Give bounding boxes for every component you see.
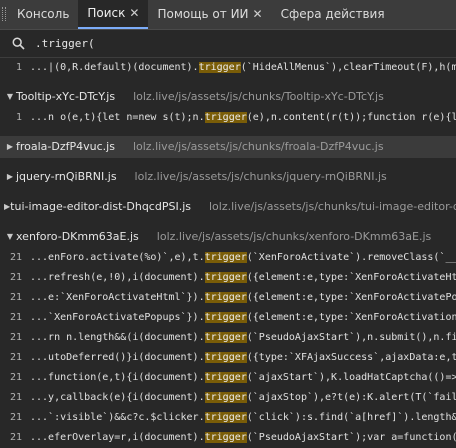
- result-line[interactable]: 1 ...n o(e,t){let n=new s(t);n.trigger(e)…: [0, 108, 456, 128]
- result-line[interactable]: 21 ...y,callback(e){i(document).trigger(`…: [0, 388, 456, 408]
- match-highlight: trigger: [204, 352, 247, 363]
- search-results: 1 ...|(0,R.default)(document).trigger(`Hi…: [0, 58, 456, 448]
- result-line[interactable]: 21 ...`XenForoActivatePopups`}).trigger({…: [0, 308, 456, 328]
- file-separator: [0, 218, 456, 226]
- result-line[interactable]: 21 ...e:`XenForoActivateHtml`}).trigger({…: [0, 288, 456, 308]
- match-highlight: trigger: [204, 412, 247, 423]
- drag-handle-icon[interactable]: [0, 0, 8, 29]
- panel-tab-bar: Консоль Поиск ✕ Помощь от ИИ ✕ Сфера дейст…: [0, 0, 456, 30]
- close-icon[interactable]: ✕: [129, 6, 139, 20]
- result-line[interactable]: 21 ...refresh(e,!0),i(document).trigger({…: [0, 268, 456, 288]
- result-line[interactable]: 21 ...`:visible`)&&c?c.$clicker.trigger(`…: [0, 408, 456, 428]
- result-code: ...y,callback(e){i(document).trigger(`aj…: [30, 392, 456, 403]
- line-number: 21: [9, 292, 22, 303]
- file-separator: [0, 128, 456, 136]
- result-line[interactable]: 1 ...|(0,R.default)(document).trigger(`Hi…: [0, 58, 456, 78]
- match-highlight: trigger: [204, 432, 247, 443]
- tab-search[interactable]: Поиск ✕: [78, 0, 149, 29]
- line-number: 21: [9, 272, 22, 283]
- file-path: lolz.live/js/assets/js/chunks/Tooltip-xY…: [133, 90, 384, 103]
- result-line[interactable]: 21 ...utoDeferred()}i(document).trigger({…: [0, 348, 456, 368]
- match-highlight: trigger: [204, 312, 247, 323]
- search-input[interactable]: .trigger(: [35, 37, 95, 50]
- file-name: xenforo-DKmm63aE.js: [16, 230, 139, 243]
- line-number: 21: [9, 352, 22, 363]
- file-group-header[interactable]: ▶ jquery-rnQiBRNI.js lolz.live/js/assets/j…: [0, 166, 456, 188]
- tab-ai-label: Помощь от ИИ: [157, 7, 249, 21]
- result-line[interactable]: 21 ...rn n.length&&(i(document).trigger(`…: [0, 328, 456, 348]
- result-code: ...rn n.length&&(i(document).trigger(`Ps…: [30, 332, 456, 343]
- line-number: 21: [9, 392, 22, 403]
- result-code: ...|(0,R.default)(document).trigger(`Hid…: [30, 62, 456, 73]
- result-code: ...utoDeferred()}i(document).trigger({ty…: [30, 352, 456, 363]
- match-highlight: trigger: [204, 292, 247, 303]
- result-code: ...e:`XenForoActivateHtml`}).trigger({el…: [30, 292, 456, 303]
- file-group-header[interactable]: ▶ tui-image-editor-dist-DhqcdPSI.js lolz.l…: [0, 196, 456, 218]
- file-separator: [0, 188, 456, 196]
- result-code: ...`:visible`)&&c?c.$clicker.trigger(`cl…: [30, 412, 456, 423]
- match-highlight: trigger: [198, 62, 241, 73]
- line-number: 21: [9, 412, 22, 423]
- line-number: 1: [15, 62, 22, 73]
- search-icon: [12, 37, 25, 50]
- close-icon[interactable]: ✕: [253, 7, 263, 21]
- line-number: 21: [9, 432, 22, 443]
- file-separator: [0, 158, 456, 166]
- result-code: ...eferOverlay=r,i(document).trigger(`Ps…: [30, 432, 456, 443]
- match-highlight: trigger: [204, 252, 247, 263]
- line-number: 21: [9, 312, 22, 323]
- line-number: 21: [9, 252, 22, 263]
- collapsed-triangle-icon[interactable]: ▶: [4, 136, 16, 158]
- file-name: froala-DzfP4vuc.js: [16, 140, 115, 153]
- tab-scope[interactable]: Сфера действия: [272, 0, 394, 29]
- result-line[interactable]: 21 ...function(e,t){i(document).trigger(`…: [0, 368, 456, 388]
- match-highlight: trigger: [204, 112, 247, 123]
- tab-search-label: Поиск: [87, 6, 126, 20]
- file-group-header[interactable]: ▼ xenforo-DKmm63aE.js lolz.live/js/assets/…: [0, 226, 456, 248]
- file-name: jquery-rnQiBRNI.js: [16, 170, 117, 183]
- file-name: tui-image-editor-dist-DhqcdPSI.js: [10, 200, 191, 213]
- expanded-triangle-icon[interactable]: ▼: [4, 226, 16, 248]
- result-code: ...enForo.activate(%o)`,e),t.trigger(`Xe…: [30, 252, 456, 263]
- file-group-header[interactable]: ▶ froala-DzfP4vuc.js lolz.live/js/assets/j…: [0, 136, 456, 158]
- tab-console[interactable]: Консоль: [8, 0, 78, 29]
- expanded-triangle-icon[interactable]: ▼: [4, 86, 16, 108]
- file-path: lolz.live/js/assets/js/chunks/froala-Dzf…: [132, 140, 384, 153]
- result-code: ...function(e,t){i(document).trigger(`aj…: [30, 372, 456, 383]
- match-highlight: trigger: [204, 392, 247, 403]
- search-bar: .trigger(: [0, 30, 456, 58]
- match-highlight: trigger: [204, 272, 247, 283]
- match-highlight: trigger: [204, 332, 247, 343]
- file-group-header[interactable]: ▼ Tooltip-xYc-DTcY.js lolz.live/js/assets/…: [0, 86, 456, 108]
- file-path: lolz.live/js/assets/js/chunks/jquery-rnQ…: [134, 170, 387, 183]
- match-highlight: trigger: [204, 372, 247, 383]
- line-number: 1: [15, 112, 22, 123]
- tab-ai-assistance[interactable]: Помощь от ИИ ✕: [148, 0, 271, 29]
- file-path: lolz.live/js/assets/js/chunks/xenforo-DK…: [156, 230, 432, 243]
- result-line[interactable]: 21 ...enForo.activate(%o)`,e),t.trigger(`…: [0, 248, 456, 268]
- result-code: ...refresh(e,!0),i(document).trigger({el…: [30, 272, 456, 283]
- file-separator: [0, 78, 456, 86]
- file-name: Tooltip-xYc-DTcY.js: [16, 90, 116, 103]
- result-code: ...`XenForoActivatePopups`}).trigger({el…: [30, 312, 456, 323]
- result-line[interactable]: 21 ...eferOverlay=r,i(document).trigger(`…: [0, 428, 456, 448]
- line-number: 21: [9, 332, 22, 343]
- line-number: 21: [9, 372, 22, 383]
- result-code: ...n o(e,t){let n=new s(t);n.trigger(e),…: [30, 112, 456, 123]
- file-path: lolz.live/js/assets/js/chunks/tui-image-…: [209, 200, 456, 213]
- collapsed-triangle-icon[interactable]: ▶: [4, 166, 16, 188]
